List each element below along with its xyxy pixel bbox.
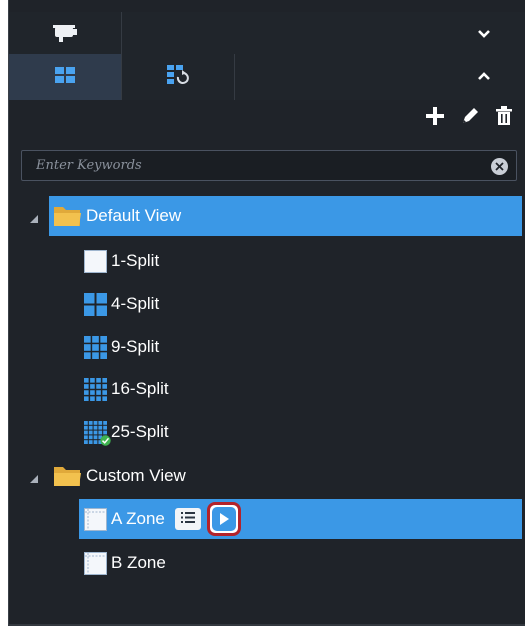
- tree-row-25-split: 25-Split: [9, 412, 525, 452]
- tree-node-label: Default View: [86, 206, 182, 225]
- tree-node-custom-view[interactable]: Custom View: [53, 456, 186, 496]
- close-icon: [495, 158, 504, 176]
- custom-zone-icon: [84, 551, 107, 575]
- tree-node-4-split[interactable]: 4-Split: [84, 284, 159, 324]
- tree-node-b-zone[interactable]: B Zone: [84, 543, 166, 583]
- list-icon: [180, 510, 195, 528]
- tree-node-label: B Zone: [111, 553, 166, 572]
- tree-row-4-split: 4-Split: [9, 284, 525, 324]
- folder-icon: [53, 464, 82, 488]
- edit-icon: [460, 106, 480, 131]
- expand-arrow-icon[interactable]: [29, 471, 39, 483]
- search-box: [21, 150, 517, 181]
- clear-search-button[interactable]: [491, 158, 508, 175]
- play-icon: [211, 507, 236, 531]
- play-view-button[interactable]: [206, 502, 241, 536]
- view-toolbar: [9, 100, 525, 136]
- tree-node-16-split[interactable]: 16-Split: [84, 369, 169, 409]
- check-badge-icon: [100, 434, 111, 446]
- add-view-button[interactable]: [422, 104, 448, 132]
- tree-row-9-split: 9-Split: [9, 327, 525, 367]
- edit-view-button[interactable]: [457, 104, 483, 132]
- search-input[interactable]: [22, 151, 516, 180]
- grid-view-icon: [55, 66, 75, 88]
- chevron-up-icon: [477, 68, 491, 86]
- tree-node-label: 1-Split: [111, 251, 160, 270]
- tree-node-9-split[interactable]: 9-Split: [84, 327, 159, 367]
- view-tour-icon: [167, 64, 189, 90]
- folder-icon: [53, 204, 82, 228]
- split-16-icon: [84, 377, 107, 401]
- expand-view-button[interactable]: [471, 64, 497, 90]
- tree-row-default-view: Default View: [9, 196, 525, 236]
- custom-zone-icon: [84, 507, 107, 531]
- split-4-icon: [84, 292, 107, 316]
- view-details-button[interactable]: [174, 508, 201, 530]
- view-tab-bar: [9, 54, 525, 100]
- add-icon: [425, 106, 445, 131]
- tree-node-label: 9-Split: [111, 337, 160, 356]
- tree-node-25-split[interactable]: 25-Split: [84, 412, 169, 452]
- tree-node-label: 16-Split: [111, 379, 169, 398]
- chevron-down-icon: [477, 26, 491, 44]
- top-tab-bar: [9, 12, 525, 58]
- tree-node-default-view[interactable]: Default View: [53, 196, 181, 236]
- delete-view-button[interactable]: [491, 104, 517, 132]
- tree-node-label: Custom View: [86, 466, 186, 485]
- tree-row-a-zone: A Zone: [9, 499, 525, 539]
- tree-node-a-zone[interactable]: A Zone: [84, 499, 241, 539]
- tree-node-label: 25-Split: [111, 422, 169, 441]
- split-25-icon: [84, 420, 111, 446]
- tree-row-custom-view: Custom View: [9, 456, 525, 496]
- tab-camera[interactable]: [9, 12, 122, 58]
- tree-row-b-zone: B Zone: [9, 543, 525, 583]
- split-9-icon: [84, 335, 107, 359]
- view-panel: Default View 1-Split 4-Split: [8, 0, 525, 626]
- tree-node-label: 4-Split: [111, 294, 160, 313]
- split-1-icon: [84, 249, 107, 273]
- tab-view-tour[interactable]: [122, 54, 235, 100]
- tree-row-16-split: 16-Split: [9, 369, 525, 409]
- camera-icon: [51, 23, 79, 48]
- collapse-camera-button[interactable]: [471, 22, 497, 48]
- delete-icon: [495, 105, 513, 131]
- tree-row-1-split: 1-Split: [9, 241, 525, 281]
- tree-node-1-split[interactable]: 1-Split: [84, 241, 159, 281]
- expand-arrow-icon[interactable]: [29, 211, 39, 223]
- tab-view[interactable]: [9, 54, 122, 100]
- tree-node-label: A Zone: [111, 509, 165, 528]
